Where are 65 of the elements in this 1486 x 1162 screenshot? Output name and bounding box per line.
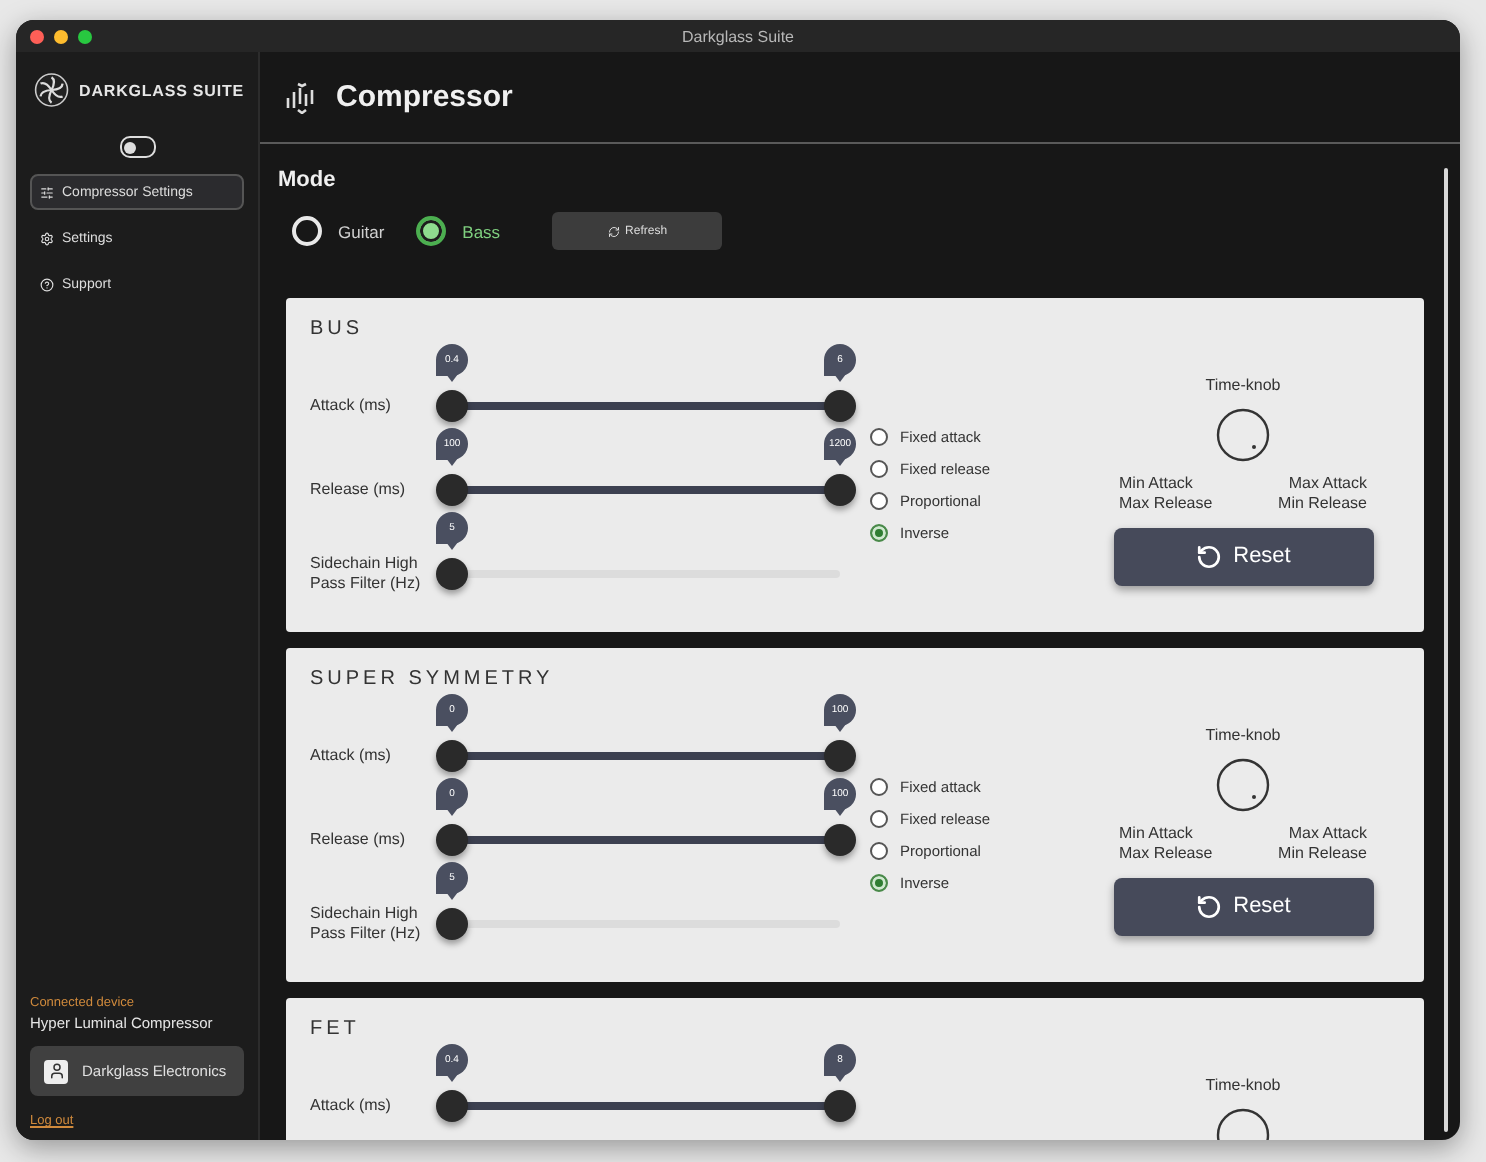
knob-caption: Min Release [1276,844,1367,866]
radio-button[interactable] [870,841,888,859]
slider-label: Release (ms) [310,830,408,850]
slider-label: Sidechain High Pass Filter (Hz) [310,554,423,594]
radio-button[interactable] [870,777,888,795]
close-icon[interactable] [30,29,44,43]
slider-handle[interactable] [824,390,856,422]
minimize-icon[interactable] [54,29,68,43]
radio-button[interactable] [416,216,447,246]
card-title: BUS [310,318,366,340]
knob-icon[interactable] [1216,408,1270,462]
knob-title: Time-knob [1205,726,1281,744]
slider-handle[interactable] [436,390,468,422]
knob-caption: Max Release [1119,844,1215,866]
nav-icon [40,185,54,199]
nav-icon [40,231,54,245]
refresh-icon [607,225,620,237]
slider-label: Attack (ms) [310,396,393,416]
maximize-icon[interactable] [78,29,92,43]
radio-label: Guitar [338,221,385,241]
radio-button[interactable] [870,491,888,509]
toggle-switch[interactable] [119,136,155,158]
undo-icon [1195,543,1222,570]
radio-button[interactable] [870,809,888,827]
scrollbar[interactable] [1444,168,1448,1132]
radio-button[interactable] [870,427,888,445]
page-title: Compressor [336,80,513,114]
undo-icon [1195,893,1222,920]
slider-handle[interactable] [824,474,856,506]
knob-caption: Max Attack [1286,824,1367,845]
radio-button[interactable] [870,523,888,541]
slider-handle[interactable] [436,824,468,856]
slider-handle[interactable] [436,558,468,590]
nav-icon [40,277,54,291]
slider-label: Sidechain High Pass Filter (Hz) [310,904,423,944]
card-title: FET [310,1018,362,1040]
knob-caption: Max Release [1119,494,1215,516]
knob-caption: Min Attack [1119,824,1195,845]
slider-handle[interactable] [436,1090,468,1122]
slider-handle[interactable] [436,908,468,940]
knob-caption: Max Attack [1286,474,1367,495]
knob-caption: Min Release [1276,494,1367,516]
radio-button[interactable] [870,873,888,891]
knob-caption: Min Attack [1119,474,1195,495]
slider-handle[interactable] [824,1090,856,1122]
brand-name: DARKGLASS SUITE [79,81,244,99]
slider-handle[interactable] [824,824,856,856]
section-title: Mode [278,168,338,192]
slider-label: Attack (ms) [310,1096,393,1116]
reset-button[interactable]: Reset [1113,877,1373,936]
window-title: Darkglass Suite [681,27,795,45]
slider-handle[interactable] [436,474,468,506]
user-icon [44,1059,68,1083]
slider-label: Attack (ms) [310,746,393,766]
logo-icon [34,68,70,112]
knob-icon[interactable] [1216,758,1270,812]
card-title: SUPER SYMMETRY [310,668,556,690]
slider-handle[interactable] [824,740,856,772]
knob-title: Time-knob [1205,1076,1281,1094]
slider-label: Release (ms) [310,480,408,500]
reset-button[interactable]: Reset [1113,527,1373,586]
slider-handle[interactable] [436,740,468,772]
knob-title: Time-knob [1205,376,1281,394]
radio-label: Bass [462,221,501,241]
radio-button[interactable] [870,459,888,477]
